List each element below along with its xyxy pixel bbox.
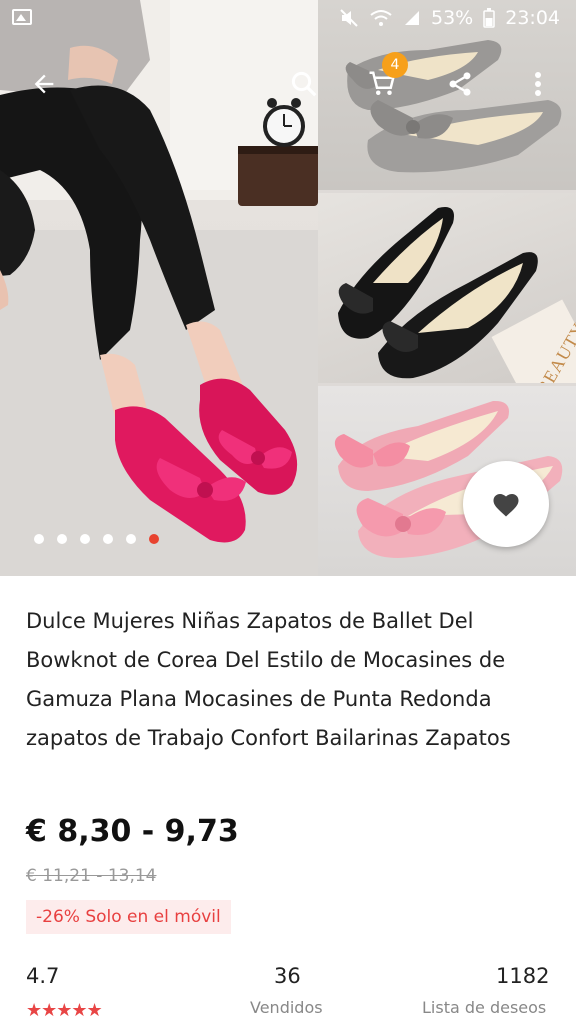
- battery-icon: [483, 8, 495, 28]
- add-to-wishlist-button[interactable]: [463, 461, 549, 547]
- status-bar: 53% 23:04: [0, 0, 576, 38]
- pagination-dot[interactable]: [126, 534, 136, 544]
- pagination-dot[interactable]: [34, 534, 44, 544]
- cart-count-badge: 4: [382, 52, 408, 78]
- pagination-dot[interactable]: [103, 534, 113, 544]
- battery-percentage: 53%: [431, 7, 474, 29]
- sold-count: 36: [274, 964, 301, 988]
- thumbnail-black-shoes[interactable]: BEAUTY: [318, 193, 576, 383]
- back-button[interactable]: [18, 58, 70, 110]
- search-button[interactable]: [278, 58, 330, 110]
- gallery-notification-icon: [12, 9, 32, 25]
- back-arrow-icon: [34, 74, 54, 94]
- signal-icon: [405, 11, 419, 25]
- search-icon: [291, 71, 317, 97]
- product-info: Dulce Mujeres Niñas Zapatos de Ballet De…: [0, 576, 576, 1024]
- product-price: € 8,30 - 9,73: [26, 814, 239, 849]
- gallery-pagination: [34, 534, 159, 544]
- discount-badge: -26% Solo en el móvil: [26, 900, 231, 934]
- mute-icon: [340, 9, 358, 27]
- share-button[interactable]: [434, 58, 486, 110]
- clock: 23:04: [505, 7, 560, 29]
- rating-value: 4.7: [26, 964, 60, 988]
- more-options-button[interactable]: [512, 58, 564, 110]
- product-stats: 4.7 ★★★★★ 36 Vendidos 1182 Lista de dese…: [0, 964, 576, 1024]
- pagination-dot-active[interactable]: [149, 534, 159, 544]
- pagination-dot[interactable]: [80, 534, 90, 544]
- black-shoes-photo: [338, 207, 576, 383]
- product-page: BEAUTY 53% 23:04 4 Dulce Mujeres Niñas Z…: [0, 0, 576, 1024]
- heart-icon: [493, 494, 519, 517]
- wifi-icon: [370, 10, 392, 26]
- sold-label: Vendidos: [250, 998, 323, 1017]
- rating-stars[interactable]: ★★★★★: [26, 1000, 103, 1021]
- share-icon: [449, 72, 471, 96]
- product-toolbar: 4: [0, 52, 576, 110]
- wishlist-count: 1182: [496, 964, 550, 988]
- cart-button[interactable]: 4: [356, 52, 408, 110]
- more-vert-icon: [535, 72, 541, 96]
- product-title: Dulce Mujeres Niñas Zapatos de Ballet De…: [26, 609, 511, 750]
- pagination-dot[interactable]: [57, 534, 67, 544]
- wishlist-label: Lista de deseos: [422, 998, 547, 1017]
- original-price: € 11,21 - 13,14: [26, 866, 157, 886]
